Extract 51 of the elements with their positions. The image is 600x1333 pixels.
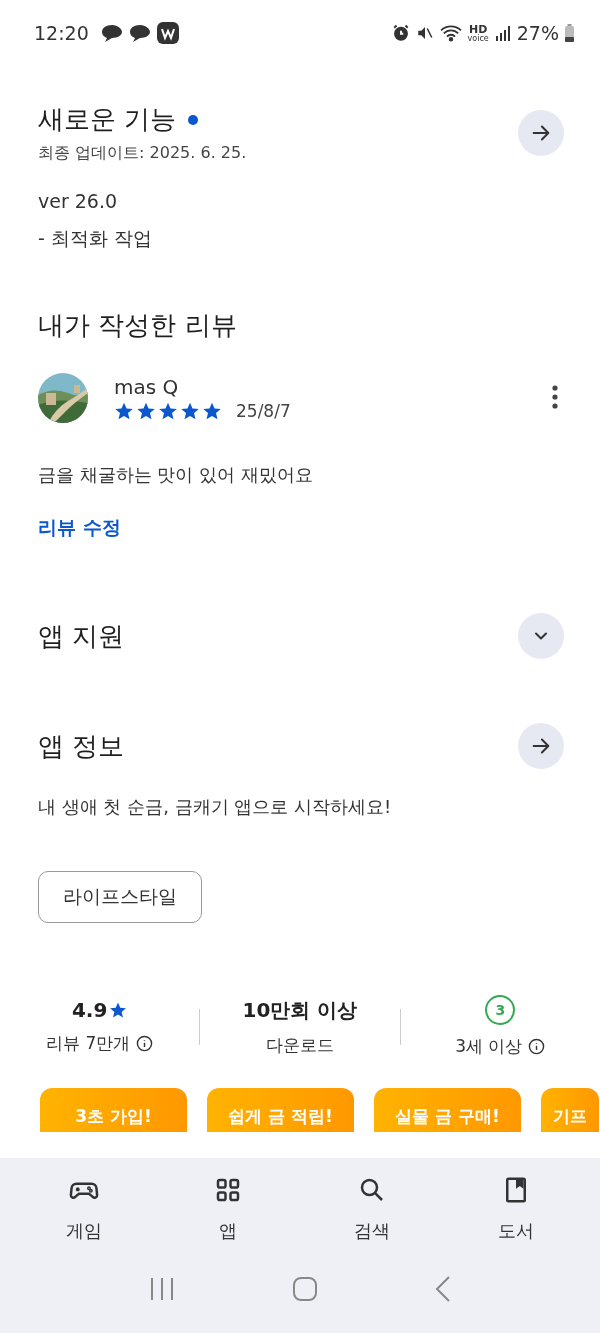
back-icon: [435, 1275, 452, 1302]
section-title: 앱 지원: [38, 619, 125, 653]
star-icon: [202, 401, 222, 421]
recent-apps-icon: [148, 1276, 175, 1301]
section-title: 앱 정보: [38, 729, 125, 763]
star-icon: [109, 1001, 128, 1019]
star-icon: [114, 401, 134, 421]
section-title: 새로운 기능: [38, 103, 177, 136]
edit-review-link[interactable]: 리뷰 수정: [38, 515, 121, 541]
arrow-button[interactable]: [518, 723, 564, 769]
nav-tab[interactable]: 앱: [178, 1174, 278, 1244]
category-chip[interactable]: 라이프스타일: [38, 871, 202, 923]
update-date: 최종 업데이트: 2025. 6. 25.: [38, 143, 247, 164]
more-icon: [552, 384, 558, 409]
info-icon[interactable]: [528, 1038, 546, 1055]
star-icon: [180, 401, 200, 421]
hd-voice-indicator: HD voice: [467, 23, 489, 43]
chat-bubble-icon: [128, 23, 151, 43]
section-title: 내가 작성한 리뷰: [38, 309, 237, 342]
reviewer-name: mas Q: [114, 375, 180, 399]
star-icon: [136, 401, 156, 421]
stat-label: 리뷰 7만개: [46, 1032, 131, 1055]
stat-value: 10만회 이상: [242, 996, 358, 1024]
battery-icon: [565, 24, 574, 42]
battery-percent: 27%: [516, 22, 559, 44]
home-button[interactable]: [292, 1275, 318, 1302]
info-icon[interactable]: [136, 1035, 154, 1052]
stat-value: 4.9: [71, 998, 128, 1022]
signal-icon: [494, 25, 511, 41]
review-date: 25/8/7: [236, 401, 291, 421]
nav-tab[interactable]: 게임: [34, 1174, 134, 1244]
app-notification-icon: [156, 22, 179, 44]
wifi-icon: [439, 24, 462, 42]
clock: 12:20: [34, 22, 89, 44]
new-indicator-dot: [188, 114, 199, 125]
release-note-line: - 최적화 작업: [38, 226, 153, 251]
review-text: 금을 채굴하는 맛이 있어 재밌어요: [38, 463, 314, 487]
age-rating-badge: 3: [485, 995, 516, 1025]
stat-label: 3세 이상: [455, 1035, 523, 1058]
release-note-line: ver 26.0: [38, 190, 119, 212]
nav-tab[interactable]: 도서: [466, 1174, 566, 1244]
recent-apps-button[interactable]: [148, 1276, 175, 1301]
nav-tab[interactable]: 검색: [322, 1174, 422, 1244]
star-icon: [158, 401, 178, 421]
stat-label: 다운로드: [266, 1033, 334, 1057]
chat-bubble-icon: [100, 23, 123, 43]
app-description: 내 생애 첫 순금, 금캐기 앱으로 시작하세요!: [38, 795, 393, 819]
alarm-icon: [391, 24, 410, 42]
back-button[interactable]: [435, 1275, 452, 1302]
home-icon: [292, 1275, 318, 1302]
arrow-button[interactable]: [518, 110, 564, 156]
